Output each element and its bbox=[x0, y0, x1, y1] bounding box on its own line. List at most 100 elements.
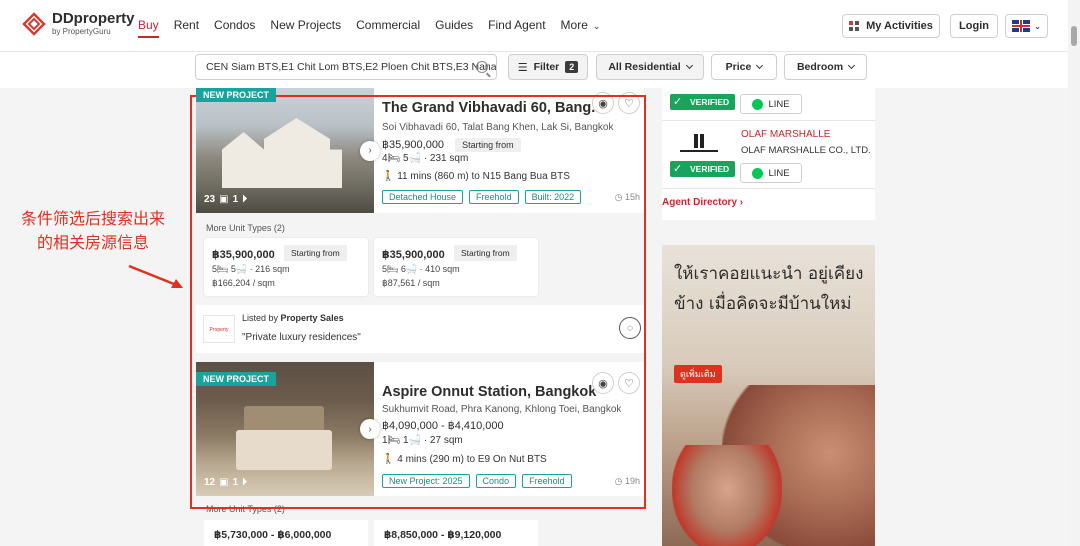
listing-specs: 4🛏 5🛁 · 231 sqm bbox=[382, 153, 469, 164]
nav-rent[interactable]: Rent bbox=[174, 18, 199, 38]
nav-find-agent[interactable]: Find Agent bbox=[488, 18, 545, 38]
chevron-down-icon bbox=[685, 61, 693, 70]
main-nav: Buy Rent Condos New Projects Commercial … bbox=[138, 18, 615, 38]
logo-icon bbox=[22, 11, 46, 36]
my-activities-button[interactable]: My Activities bbox=[842, 14, 940, 38]
divider bbox=[662, 120, 875, 121]
scrollbar-thumb[interactable] bbox=[1071, 26, 1077, 46]
language-selector[interactable]: ⌄ bbox=[1005, 14, 1048, 38]
bedroom-dropdown[interactable]: Bedroom bbox=[784, 54, 867, 80]
agent-name[interactable]: OLAF MARSHALLE bbox=[741, 129, 830, 140]
tag-item: Freehold bbox=[469, 190, 519, 204]
annotation-line-1: 条件筛选后搜索出来 bbox=[20, 209, 165, 228]
annotation-line-2: 的相关房源信息 bbox=[36, 233, 149, 252]
listing-address: Soi Vibhavadi 60, Talat Bang Khen, Lak S… bbox=[382, 122, 614, 133]
listing-quote: "Private luxury residences" bbox=[242, 332, 361, 343]
video-count-value: 1 bbox=[232, 194, 239, 205]
listed-by-section: Property Listed by Property Sales "Priva… bbox=[196, 305, 644, 353]
listing-time: ◷ 19h bbox=[615, 476, 640, 487]
login-button[interactable]: Login bbox=[950, 14, 998, 38]
nav-commercial[interactable]: Commercial bbox=[356, 18, 420, 38]
hide-listing-button[interactable]: ◉ bbox=[592, 372, 614, 394]
line-icon bbox=[752, 167, 764, 179]
listed-by-agency[interactable]: Property Sales bbox=[281, 313, 344, 323]
house-illustration bbox=[222, 118, 342, 188]
agent-company: OLAF MARSHALLE CO., LTD. bbox=[741, 145, 871, 156]
more-unit-types: More Unit Types (2) ฿35,900,000 Starting… bbox=[196, 213, 644, 305]
logo-main-text: DDproperty bbox=[52, 10, 135, 27]
starting-from-pill: Starting from bbox=[454, 245, 517, 261]
line-label: LINE bbox=[768, 98, 790, 110]
listing-card[interactable]: NEW PROJECT 23 ▣ 1 ⏵ › The Grand Vibhava… bbox=[196, 88, 644, 213]
unit-type-card[interactable]: ฿8,850,000 - ฿9,120,000 bbox=[374, 520, 538, 546]
unit-specs: 5🛏 6🛁 · 410 sqm bbox=[382, 264, 460, 274]
nav-condos[interactable]: Condos bbox=[214, 18, 255, 38]
agent-directory-label: Agent Directory bbox=[662, 197, 738, 208]
verified-badge: VERIFIED bbox=[670, 161, 736, 177]
shortlist-button[interactable]: ♡ bbox=[618, 92, 640, 114]
listing-image[interactable]: NEW PROJECT 12 ▣ 1 ⏵ bbox=[196, 362, 374, 496]
tag-item: Condo bbox=[475, 474, 517, 488]
starting-from-pill: Starting from bbox=[284, 245, 347, 261]
clock-icon: ◷ bbox=[614, 192, 623, 202]
listing-tags: New Project: 2025 Condo Freehold bbox=[382, 474, 572, 488]
line-contact-button[interactable]: LINE bbox=[740, 163, 802, 183]
nav-guides[interactable]: Guides bbox=[435, 18, 473, 38]
chevron-down-icon: ⌄ bbox=[1034, 21, 1041, 31]
search-filter-bar: CEN Siam BTS,E1 Chit Lom BTS,E2 Ploen Ch… bbox=[0, 52, 1068, 88]
unit-type-card[interactable]: ฿5,730,000 - ฿6,000,000 bbox=[204, 520, 368, 546]
filter-count-badge: 2 bbox=[565, 61, 579, 73]
verified-badge: VERIFIED bbox=[670, 94, 736, 110]
walking-icon: 🚶 bbox=[382, 171, 395, 182]
listed-by-text: Listed by Property Sales bbox=[242, 313, 344, 323]
photo-icon: ▣ bbox=[219, 194, 229, 205]
new-project-tag: NEW PROJECT bbox=[196, 372, 277, 386]
play-icon: ⏵ bbox=[242, 194, 248, 205]
ad-cta-button[interactable]: ดูเพิ่มเติม bbox=[674, 365, 722, 383]
property-type-dropdown[interactable]: All Residential bbox=[596, 54, 704, 80]
listing-time-value: 19h bbox=[624, 476, 640, 486]
ddproperty-logo[interactable]: DDproperty by PropertyGuru bbox=[22, 11, 135, 36]
ad-photo bbox=[672, 445, 782, 546]
unit-type-card[interactable]: ฿35,900,000 Starting from 5🛏 6🛁 · 410 sq… bbox=[374, 238, 538, 296]
listing-title[interactable]: The Grand Vibhavadi 60, Bang... bbox=[382, 100, 603, 116]
listing-card[interactable]: NEW PROJECT 12 ▣ 1 ⏵ › Aspire Onnut Stat… bbox=[196, 362, 644, 496]
my-activities-label: My Activities bbox=[866, 20, 933, 32]
next-image-button[interactable]: › bbox=[360, 140, 380, 161]
shortlist-button[interactable]: ♡ bbox=[618, 372, 640, 394]
unit-specs: 5🛏 5🛁 · 216 sqm bbox=[212, 264, 290, 274]
heart-icon: ♡ bbox=[624, 377, 634, 390]
agent-directory-link[interactable]: Agent Directory › bbox=[662, 197, 743, 208]
page-scrollbar[interactable] bbox=[1068, 0, 1080, 546]
nav-more[interactable]: More ⌄ bbox=[561, 18, 601, 38]
next-image-button[interactable]: › bbox=[360, 419, 380, 439]
listed-by-prefix: Listed by bbox=[242, 313, 279, 323]
image-count: 12 ▣ 1 ⏵ bbox=[204, 477, 247, 488]
search-icon[interactable] bbox=[476, 61, 488, 73]
unit-price: ฿35,900,000 bbox=[212, 249, 275, 261]
nav-buy[interactable]: Buy bbox=[138, 18, 159, 38]
walking-icon: 🚶 bbox=[382, 454, 395, 465]
bedroom-label: Bedroom bbox=[796, 61, 844, 73]
ad-headline: ให้เราคอยแนะนำ อยู่เคียงข้าง เมื่อคิดจะม… bbox=[674, 264, 864, 314]
starting-from-pill: Starting from bbox=[455, 138, 521, 152]
property-type-label: All Residential bbox=[608, 61, 681, 73]
chat-button[interactable]: ◌ bbox=[619, 317, 641, 339]
image-count: 23 ▣ 1 ⏵ bbox=[204, 194, 247, 205]
image-count-value: 23 bbox=[204, 194, 216, 205]
listing-title[interactable]: Aspire Onnut Station, Bangkok bbox=[382, 384, 596, 400]
search-input[interactable]: CEN Siam BTS,E1 Chit Lom BTS,E2 Ploen Ch… bbox=[195, 54, 497, 80]
hide-listing-button[interactable]: ◉ bbox=[592, 92, 614, 114]
unit-price-per-sqm: ฿87,561 / sqm bbox=[382, 278, 440, 288]
advertisement-banner[interactable]: ให้เราคอยแนะนำ อยู่เคียงข้าง เมื่อคิดจะม… bbox=[662, 245, 875, 546]
unit-type-card[interactable]: ฿35,900,000 Starting from 5🛏 5🛁 · 216 sq… bbox=[204, 238, 368, 296]
walk-text: 11 mins (860 m) to N15 Bang Bua BTS bbox=[397, 171, 570, 182]
more-unit-types: More Unit Types (2) ฿5,730,000 - ฿6,000,… bbox=[196, 500, 644, 546]
filter-button[interactable]: ☰ Filter 2 bbox=[508, 54, 588, 80]
tag-item: New Project: 2025 bbox=[382, 474, 470, 488]
line-contact-button[interactable]: LINE bbox=[740, 94, 802, 114]
agent-logo bbox=[676, 132, 722, 154]
nav-new-projects[interactable]: New Projects bbox=[270, 18, 341, 38]
price-dropdown[interactable]: Price bbox=[711, 54, 777, 80]
listing-image[interactable]: NEW PROJECT 23 ▣ 1 ⏵ bbox=[196, 88, 374, 213]
